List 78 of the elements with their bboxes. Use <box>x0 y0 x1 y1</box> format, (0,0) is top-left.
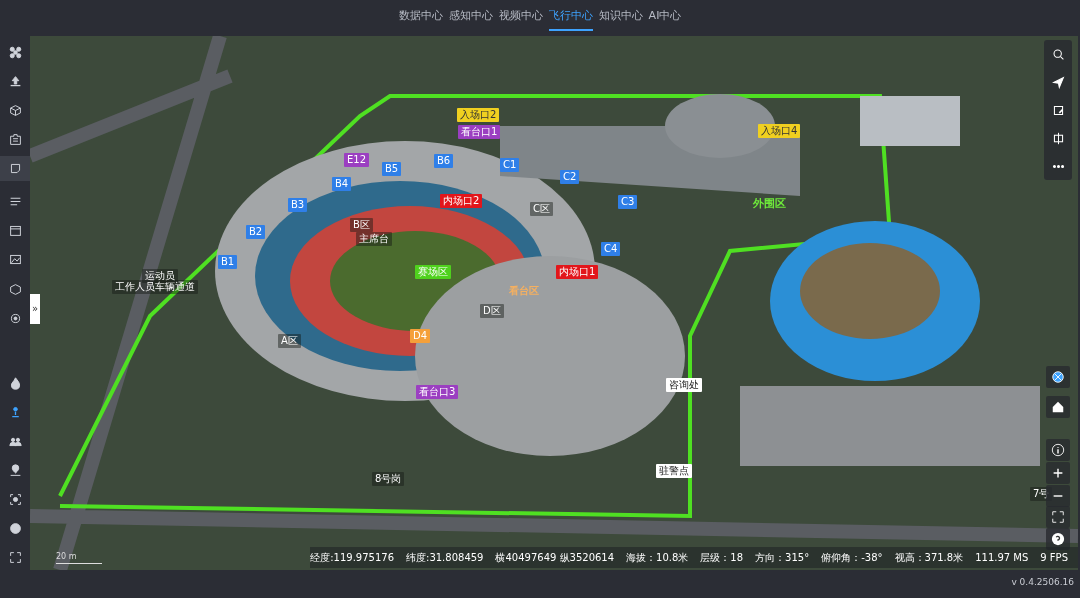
home-button[interactable] <box>1046 396 1070 418</box>
map-label: 看台口1 <box>458 125 501 139</box>
nav-tab[interactable]: AI中心 <box>648 0 682 31</box>
help-icon <box>1051 532 1065 546</box>
map-label: 赛场区 <box>415 265 451 279</box>
draw-box-icon <box>1051 103 1065 117</box>
compass-button[interactable] <box>1046 366 1070 388</box>
note-tool[interactable] <box>0 156 30 182</box>
version-text: v 0.4.2506.16 <box>1011 576 1074 589</box>
nav-tab[interactable]: 飞行中心 <box>548 0 593 31</box>
scale-bar: 20 m <box>56 551 102 564</box>
map-label: B3 <box>288 198 308 212</box>
info-button[interactable] <box>1046 439 1070 461</box>
upload-icon <box>8 75 22 89</box>
map-label: 看台口3 <box>416 385 459 399</box>
map-label: B4 <box>332 177 352 191</box>
map-label: 内场口1 <box>556 265 599 279</box>
map-label: 运动员 <box>142 269 178 283</box>
map-label: B6 <box>434 154 454 168</box>
fullscreen-icon <box>8 551 22 565</box>
location-icon <box>8 463 22 477</box>
nav-tab[interactable]: 感知中心 <box>448 0 493 31</box>
map-label: 主席台 <box>356 232 392 246</box>
map-label: 咨询处 <box>666 378 702 392</box>
map-label: 看台区 <box>508 284 540 298</box>
map-label: C1 <box>500 158 520 172</box>
face-scan-icon <box>8 492 22 506</box>
nav-tab[interactable]: 视频中心 <box>498 0 543 31</box>
box-icon <box>8 282 22 296</box>
map-label: 入场口4 <box>758 124 801 138</box>
status-text: 9 FPS <box>1040 551 1068 565</box>
compass-icon <box>1051 370 1065 384</box>
zoom-in-icon <box>1051 466 1065 480</box>
status-text: 111.97 MS <box>975 551 1029 565</box>
search-icon <box>1051 47 1065 61</box>
status-text: 纬度:31.808459 <box>406 551 484 565</box>
target-icon <box>8 311 22 325</box>
nav-tab[interactable]: 数据中心 <box>398 0 443 31</box>
fullscreen-icon <box>1051 510 1065 524</box>
note-icon <box>8 162 22 176</box>
map-label: E12 <box>344 153 370 167</box>
map-label: 外围区 <box>752 196 787 211</box>
status-text: 视高：371.8米 <box>894 551 964 565</box>
map-label: C4 <box>601 242 621 256</box>
split-icon <box>1051 131 1065 145</box>
status-text: 海拔：10.8米 <box>626 551 689 565</box>
collapse-handle[interactable]: » <box>30 294 40 324</box>
zoom-in-button[interactable] <box>1046 462 1070 484</box>
map-label: 内场口2 <box>440 194 483 208</box>
map-label: 入场口2 <box>457 108 500 122</box>
fullscreen-button[interactable] <box>1046 506 1070 528</box>
nav-tab[interactable]: 知识中心 <box>598 0 643 31</box>
info-icon <box>1051 443 1065 457</box>
drone-icon <box>8 46 22 60</box>
image-icon <box>8 253 22 267</box>
help-button[interactable] <box>1046 528 1070 550</box>
map-label: B2 <box>246 225 266 239</box>
map-label: 工作人员车辆通道 <box>112 280 198 294</box>
home-icon <box>1051 400 1065 414</box>
status-text: 横40497649 纵3520614 <box>495 551 615 565</box>
status-text: 经度:119.975176 <box>310 551 394 565</box>
map-label: 8号岗 <box>372 472 405 486</box>
status-text: 层级：18 <box>700 551 744 565</box>
map-label: 驻警点 <box>656 464 692 478</box>
send-icon <box>1051 75 1065 89</box>
calendar-icon <box>8 224 22 238</box>
map-label: C2 <box>560 170 580 184</box>
map-label: B1 <box>218 255 238 269</box>
status-text: 方向：315° <box>755 551 810 565</box>
map-label: B5 <box>382 162 402 176</box>
map-label: A区 <box>278 334 301 348</box>
map-label: D4 <box>410 329 431 343</box>
map-label: D区 <box>480 304 504 318</box>
map-label: C区 <box>530 202 553 216</box>
map-label: B区 <box>350 218 373 232</box>
status-text: 俯仰角：-38° <box>821 551 883 565</box>
map-label: C3 <box>618 195 638 209</box>
cube-icon <box>8 104 22 118</box>
